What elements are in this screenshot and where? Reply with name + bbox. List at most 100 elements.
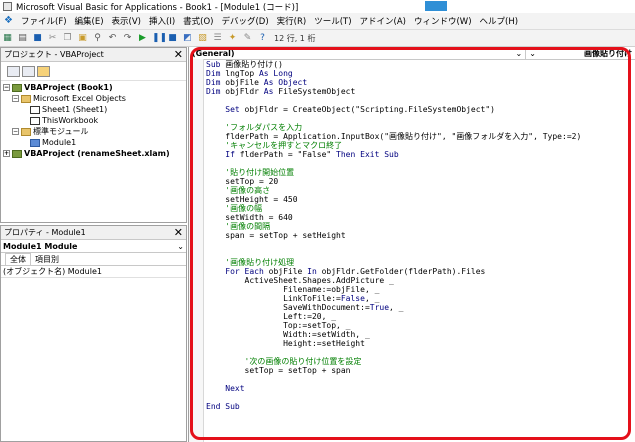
code-line: flderPath = Application.InputBox("画像貼り付け…: [206, 132, 581, 141]
code-token: End Sub: [206, 402, 240, 411]
code-token: '貼り付け開始位置: [206, 168, 295, 177]
menu-view[interactable]: 表示(V): [108, 15, 145, 27]
code-token: As Long: [258, 69, 293, 78]
code-line: '画像の間隔: [206, 222, 581, 231]
code-token: '次の画像の貼り付け位置を設定: [206, 357, 362, 366]
expand-icon[interactable]: +: [3, 150, 10, 157]
mod-icon: [30, 138, 40, 147]
properties-icon[interactable]: ☰: [212, 33, 223, 44]
code-token: lngTop: [225, 69, 259, 78]
menu-format[interactable]: 書式(O): [179, 15, 217, 27]
code-line: Height:=setHeight: [206, 339, 581, 348]
run-icon[interactable]: ▶: [137, 33, 148, 44]
sheet-icon: [30, 116, 40, 125]
tab-alphabetic[interactable]: 全体: [5, 253, 31, 265]
properties-object-select[interactable]: Module1 Module ⌄: [1, 240, 186, 253]
reset-icon[interactable]: ■: [167, 33, 178, 44]
project-explorer-header: プロジェクト - VBAProject ✕: [1, 48, 186, 62]
menu-debug[interactable]: デバッグ(D): [217, 15, 272, 27]
object-browser-icon[interactable]: ✦: [227, 33, 238, 44]
menu-edit[interactable]: 編集(E): [71, 15, 108, 27]
code-line: Set objFldr = CreateObject("Scripting.Fi…: [206, 105, 581, 114]
procedure-combo[interactable]: ⌄ 画像貼り付け: [526, 47, 635, 59]
code-token: SaveWithDocument:=: [206, 303, 370, 312]
title-bar: Microsoft Visual Basic for Applications …: [0, 0, 635, 13]
paste-icon[interactable]: ▣: [77, 33, 88, 44]
code-token: objFile: [268, 267, 308, 276]
project-explorer-toolbar: [1, 62, 186, 81]
code-token: Set: [206, 105, 245, 114]
tab-categorized[interactable]: 項目別: [31, 254, 63, 265]
tree-node[interactable]: + VBAProject (renameSheet.xlam): [3, 148, 184, 159]
code-token: objFldr.GetFolder(flderPath).Files: [321, 267, 486, 276]
tree-node[interactable]: Module1: [3, 137, 184, 148]
code-token: , _: [389, 303, 404, 312]
code-token: setTop = 20: [206, 177, 279, 186]
collapse-icon[interactable]: −: [12, 95, 19, 102]
code-editor[interactable]: Sub 画像貼り付け() Dim lngTop As Long Dim objFil…: [206, 60, 581, 411]
code-margin[interactable]: [189, 59, 204, 442]
break-icon[interactable]: ❚❚: [152, 33, 167, 44]
close-icon[interactable]: ✕: [174, 227, 183, 238]
code-line: ActiveSheet.Shapes.AddPicture _: [206, 276, 581, 285]
code-line: Dim objFile As Object: [206, 78, 581, 87]
menu-window[interactable]: ウィンドウ(W): [410, 15, 476, 27]
chevron-down-icon[interactable]: ⌄: [177, 242, 184, 251]
code-token: For Each: [206, 267, 269, 276]
chevron-down-icon[interactable]: ⌄: [516, 49, 523, 58]
chevron-down-icon[interactable]: ⌄: [529, 49, 536, 58]
code-line: SaveWithDocument:=True, _: [206, 303, 581, 312]
toolbox-icon[interactable]: ✎: [242, 33, 253, 44]
vba-app-icon: [3, 2, 12, 11]
copy-icon[interactable]: ❐: [62, 33, 73, 44]
menu-file[interactable]: ファイル(F): [17, 15, 71, 27]
view-code-icon[interactable]: [7, 65, 20, 77]
object-combo[interactable]: (General) ⌄: [189, 47, 527, 59]
code-token: setTop = setTop + span: [206, 366, 351, 375]
menu-help[interactable]: ヘルプ(H): [476, 15, 523, 27]
property-row-name[interactable]: (オブジェクト名) Module1: [1, 265, 186, 278]
find-icon[interactable]: ⚲: [92, 33, 103, 44]
undo-icon[interactable]: ↶: [107, 33, 118, 44]
help-icon[interactable]: ?: [257, 33, 268, 44]
title-highlight: [425, 1, 447, 11]
code-line: '画像の高さ: [206, 186, 581, 195]
procedure-combo-value: 画像貼り付け: [584, 48, 632, 58]
code-token: Width:=setWidth, _: [206, 330, 370, 339]
menu-addins[interactable]: アドイン(A): [356, 15, 410, 27]
view-object-icon[interactable]: [22, 65, 35, 77]
menu-insert[interactable]: 挿入(I): [145, 15, 179, 27]
redo-icon[interactable]: ↷: [122, 33, 133, 44]
menu-run[interactable]: 実行(R): [273, 15, 311, 27]
collapse-icon[interactable]: −: [12, 128, 19, 135]
proj-icon: [12, 149, 22, 158]
code-line: setWidth = 640: [206, 213, 581, 222]
tree-node[interactable]: ThisWorkbook: [3, 115, 184, 126]
tree-node[interactable]: Sheet1 (Sheet1): [3, 104, 184, 115]
tree-node[interactable]: − VBAProject (Book1): [3, 82, 184, 93]
properties-object-value: Module1 Module: [3, 241, 78, 251]
tree-node[interactable]: − Microsoft Excel Objects: [3, 93, 184, 104]
menu-tools[interactable]: ツール(T): [310, 15, 355, 27]
excel-view-icon[interactable]: ❖: [4, 16, 14, 26]
view-excel-icon[interactable]: ▦: [2, 33, 13, 44]
close-icon[interactable]: ✕: [174, 49, 183, 60]
code-line: '貼り付け開始位置: [206, 168, 581, 177]
project-explorer-icon[interactable]: ▧: [197, 33, 208, 44]
design-mode-icon[interactable]: ◩: [182, 33, 193, 44]
cut-icon[interactable]: ✂: [47, 33, 58, 44]
code-token: Sub: [206, 60, 226, 69]
code-token: As Object: [263, 78, 308, 87]
cursor-position: 12 行, 1 桁: [274, 33, 316, 43]
insert-module-icon[interactable]: ▤: [17, 33, 28, 44]
collapse-icon[interactable]: −: [3, 84, 10, 91]
save-icon[interactable]: ■: [32, 33, 43, 44]
tree-node[interactable]: − 標準モジュール: [3, 126, 184, 137]
toggle-folders-icon[interactable]: [37, 65, 50, 77]
code-line: For Each objFile In objFldr.GetFolder(fl…: [206, 267, 581, 276]
